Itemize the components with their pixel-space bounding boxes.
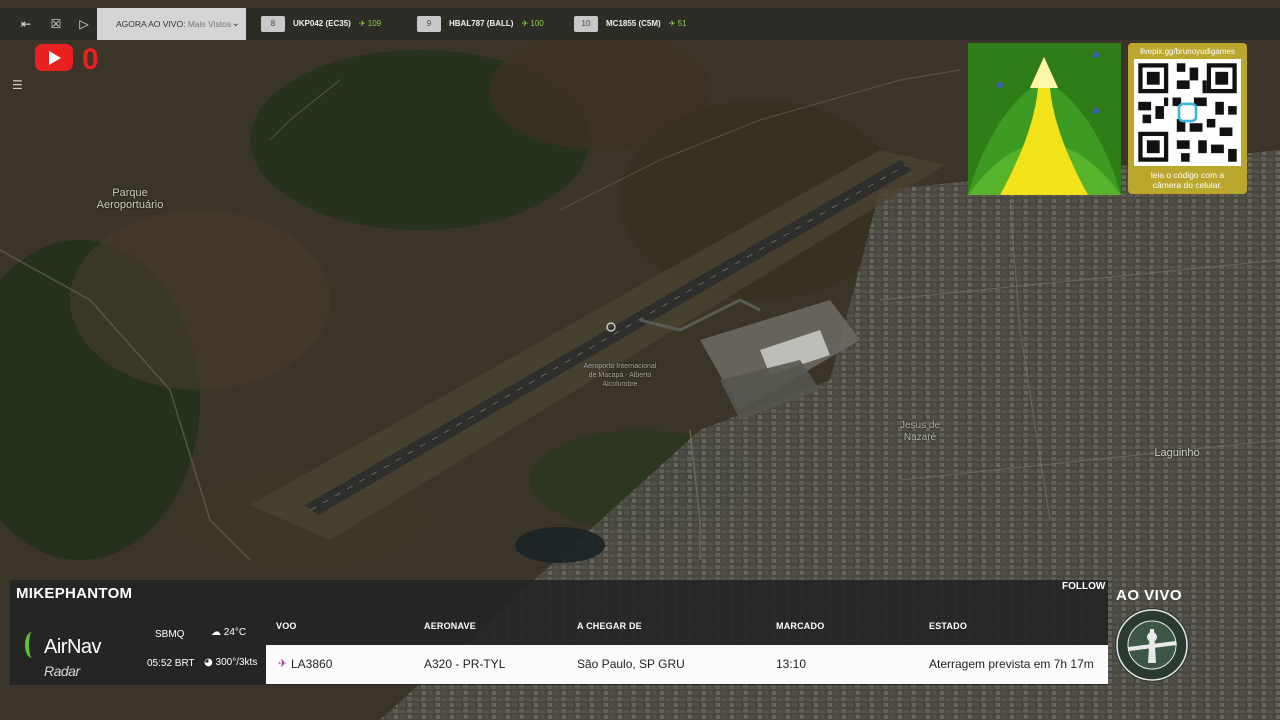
flight-status: Aterragem prevista em 7h 17m xyxy=(929,657,1094,671)
wind: ◕ 300°/3kts xyxy=(204,657,257,668)
now-live-value: Mais Vistos xyxy=(187,19,232,29)
map-label-park: Parque Aeroportuário xyxy=(96,187,164,211)
brand-sub: Radar xyxy=(44,663,80,679)
origin: São Paulo, SP GRU xyxy=(577,657,685,671)
flight-count: 100 xyxy=(530,19,544,28)
flight-tab-10[interactable]: 10 MC1855 (C5M) ✈︎ 51 xyxy=(574,16,687,32)
compass-icon: ◕ xyxy=(204,657,213,668)
list-icon[interactable]: ☰ xyxy=(12,78,30,94)
col-header-scheduled: MARCADO xyxy=(776,621,825,631)
flight-tab-8[interactable]: 8 UKP042 (EC35) ✈︎ 109 xyxy=(261,16,381,32)
brand-name: AirNav xyxy=(44,636,102,658)
airnav-radar-logo: AirNav Radar xyxy=(22,628,134,679)
username: MIKEPHANTOM xyxy=(16,585,133,602)
viewer-icon: ✈︎ xyxy=(521,19,529,28)
youtube-icon[interactable] xyxy=(35,44,73,71)
col-header-flight: VOO xyxy=(276,621,297,631)
flight-rank: 10 xyxy=(574,16,598,32)
airnav-mark-icon xyxy=(25,632,39,658)
now-live-label: AGORA AO VIVO: xyxy=(116,19,186,29)
flight-number: LA3860 xyxy=(291,657,333,671)
viewer-icon: ✈︎ xyxy=(358,19,366,28)
aircraft-type: A320 - PR-TYL xyxy=(424,657,506,671)
airline-icon: ✈︎ xyxy=(278,657,288,670)
follow-button[interactable]: FOLLOW xyxy=(1062,581,1105,592)
qr-caption: leia o código com a câmera do celular. xyxy=(1150,170,1225,190)
col-header-status: ESTADO xyxy=(929,621,968,631)
temperature-value: 24°C xyxy=(223,627,247,638)
flight-tab-9[interactable]: 9 HBAL787 (BALL) ✈︎ 100 xyxy=(417,16,544,32)
airport-code: SBMQ xyxy=(155,629,185,640)
collapse-left-icon[interactable]: ⇤ xyxy=(18,16,34,32)
channel-logo xyxy=(968,43,1121,195)
local-time: 05:52 BRT xyxy=(147,658,195,669)
live-indicator: AO VIVO xyxy=(1116,587,1183,604)
stream-overlay: Parque Aeroportuário Aeroporto Internaci… xyxy=(0,0,1280,720)
flight-callsign: UKP042 (EC35) xyxy=(293,19,351,28)
qr-url: livepix.gg/brunoyudigames xyxy=(1140,47,1235,56)
temperature: ☁︎ 24°C xyxy=(211,627,246,638)
close-box-icon[interactable]: ☒ xyxy=(48,16,64,32)
channel-badge-icon xyxy=(1115,608,1189,682)
flight-count: 51 xyxy=(677,19,687,28)
viewer-icon: ✈︎ xyxy=(668,19,676,28)
flight-callsign: MC1855 (C5M) xyxy=(606,19,661,28)
map-label-laguinho: Laguinho xyxy=(1154,447,1200,459)
map-label-airport: Aeroporto Internacional de Macapá - Albe… xyxy=(583,363,657,388)
wind-value: 300°/3kts xyxy=(215,657,258,668)
col-header-aircraft: AERONAVE xyxy=(424,621,476,631)
scheduled-time: 13:10 xyxy=(776,657,807,671)
map-label-jesus-de-nazare: Jesus de Nazaré xyxy=(899,420,941,443)
cloud-icon: ☁︎ xyxy=(211,627,221,638)
qr-code-panel[interactable]: livepix.gg/brunoyudigames leia o código … xyxy=(1128,43,1247,194)
now-live-dropdown[interactable]: AGORA AO VIVO: Mais Vistos ⌄ xyxy=(97,8,246,40)
col-header-origin: A CHEGAR DE xyxy=(577,621,642,631)
qr-code-icon xyxy=(1134,59,1241,166)
chevron-down-icon: ⌄ xyxy=(231,18,240,29)
flight-rank: 8 xyxy=(261,16,285,32)
flight-count: 109 xyxy=(367,19,382,28)
youtube-count: 0 xyxy=(82,43,99,76)
flight-callsign: HBAL787 (BALL) xyxy=(449,19,514,28)
skip-next-icon[interactable]: ▷ xyxy=(76,16,92,32)
flight-rank: 9 xyxy=(417,16,441,32)
